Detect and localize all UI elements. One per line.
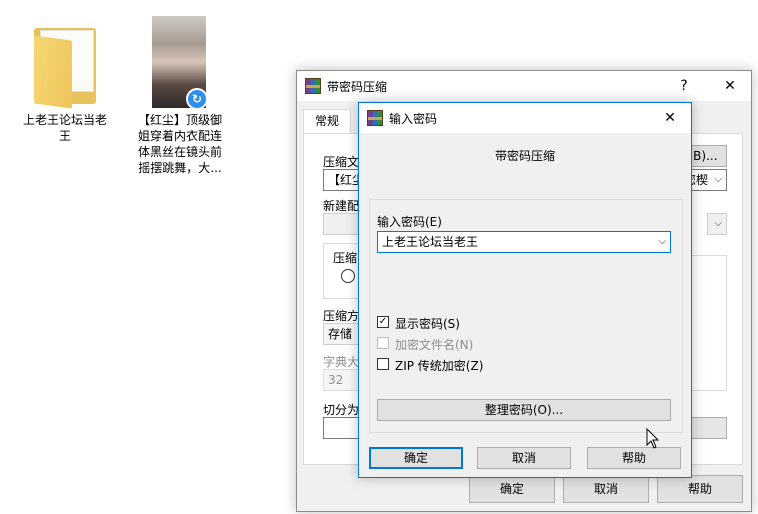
chevron-down-icon: ⌵ [714, 218, 722, 229]
zip-legacy-label: ZIP 传统加密(Z) [395, 359, 484, 373]
video-file-label: 【红尘】顶级御姐穿着内衣配连体黑丝在镜头前摇摆跳舞，大... [137, 113, 222, 175]
back-ok-button[interactable]: 确定 [469, 475, 555, 503]
archive-dialog-titlebar: 带密码压缩 ? ✕ [297, 71, 751, 101]
method-combo[interactable]: 存储 [323, 323, 363, 345]
winrar-icon [305, 78, 321, 94]
password-dialog-titlebar: 输入密码 ✕ [359, 103, 691, 133]
method-combo-value: 存储 [328, 327, 353, 341]
password-dialog-title: 输入密码 [389, 112, 438, 126]
dict-size-combo[interactable]: 32 [323, 369, 363, 391]
organize-passwords-button[interactable]: 整理密码(O)... [377, 399, 671, 421]
password-label: 输入密码(E) [377, 215, 442, 229]
method-label: 压缩方 [323, 309, 360, 323]
back-help-button[interactable]: 帮助 [657, 475, 743, 503]
encrypt-filenames-label: 加密文件名(N) [395, 338, 474, 352]
dict-size-label: 字典大 [323, 355, 360, 369]
chevron-down-icon: ⌵ [714, 174, 722, 185]
desktop-folder[interactable]: 上老王论坛当老王 [10, 0, 120, 150]
cursor-icon [646, 428, 660, 449]
format-radio[interactable] [341, 269, 355, 283]
browse-button-label: (B)... [688, 149, 718, 163]
update-mode-combo[interactable]: ⌵ [707, 213, 727, 235]
winrar-icon [367, 110, 383, 126]
tab-general[interactable]: 常规 [303, 109, 351, 134]
back-cancel-button[interactable]: 取消 [563, 475, 649, 503]
split-label: 切分为 [323, 403, 360, 417]
show-password-checkbox[interactable]: ✓ [377, 316, 389, 328]
ok-button[interactable]: 确定 [369, 447, 463, 469]
help-button-label: 帮助 [621, 451, 646, 465]
new-profile-label: 新建配 [323, 199, 360, 213]
player-badge-icon: ↻ [186, 88, 208, 110]
folder-front [34, 35, 72, 109]
password-input[interactable]: 上老王论坛当老王 ⌵ [377, 231, 671, 253]
ok-button-label: 确定 [403, 451, 428, 465]
zip-legacy-checkbox[interactable] [377, 358, 389, 370]
back-cancel-label: 取消 [593, 482, 618, 496]
encrypt-filenames-checkbox[interactable] [377, 337, 389, 349]
help-button[interactable]: 帮助 [587, 447, 681, 469]
back-help-label: 帮助 [687, 482, 712, 496]
format-label: 压缩 [333, 251, 358, 265]
archive-name-label: 压缩文 [323, 155, 360, 169]
password-dialog: 输入密码 ✕ 带密码压缩 输入密码(E) 上老王论坛当老王 ⌵ ✓ 显示密码(S… [358, 102, 692, 478]
close-icon[interactable]: ✕ [655, 106, 685, 130]
organize-passwords-label: 整理密码(O)... [484, 403, 564, 417]
close-icon[interactable]: ✕ [715, 74, 745, 98]
password-dialog-heading: 带密码压缩 [494, 149, 555, 163]
split-combo[interactable] [323, 417, 363, 439]
archive-name-field[interactable]: 【红尘 [323, 169, 363, 191]
password-input-value: 上老王论坛当老王 [382, 235, 479, 249]
dict-size-value: 32 [328, 373, 344, 387]
back-ok-label: 确定 [499, 482, 524, 496]
show-password-label: 显示密码(S) [395, 317, 460, 331]
help-icon[interactable]: ? [669, 74, 699, 98]
cancel-button[interactable]: 取消 [477, 447, 571, 469]
cancel-button-label: 取消 [511, 451, 536, 465]
new-profile-combo[interactable] [323, 213, 363, 235]
chevron-down-icon[interactable]: ⌵ [658, 232, 666, 252]
archive-dialog-title: 带密码压缩 [327, 80, 388, 94]
folder-label: 上老王论坛当老王 [22, 113, 107, 143]
tab-general-label: 常规 [314, 114, 339, 128]
